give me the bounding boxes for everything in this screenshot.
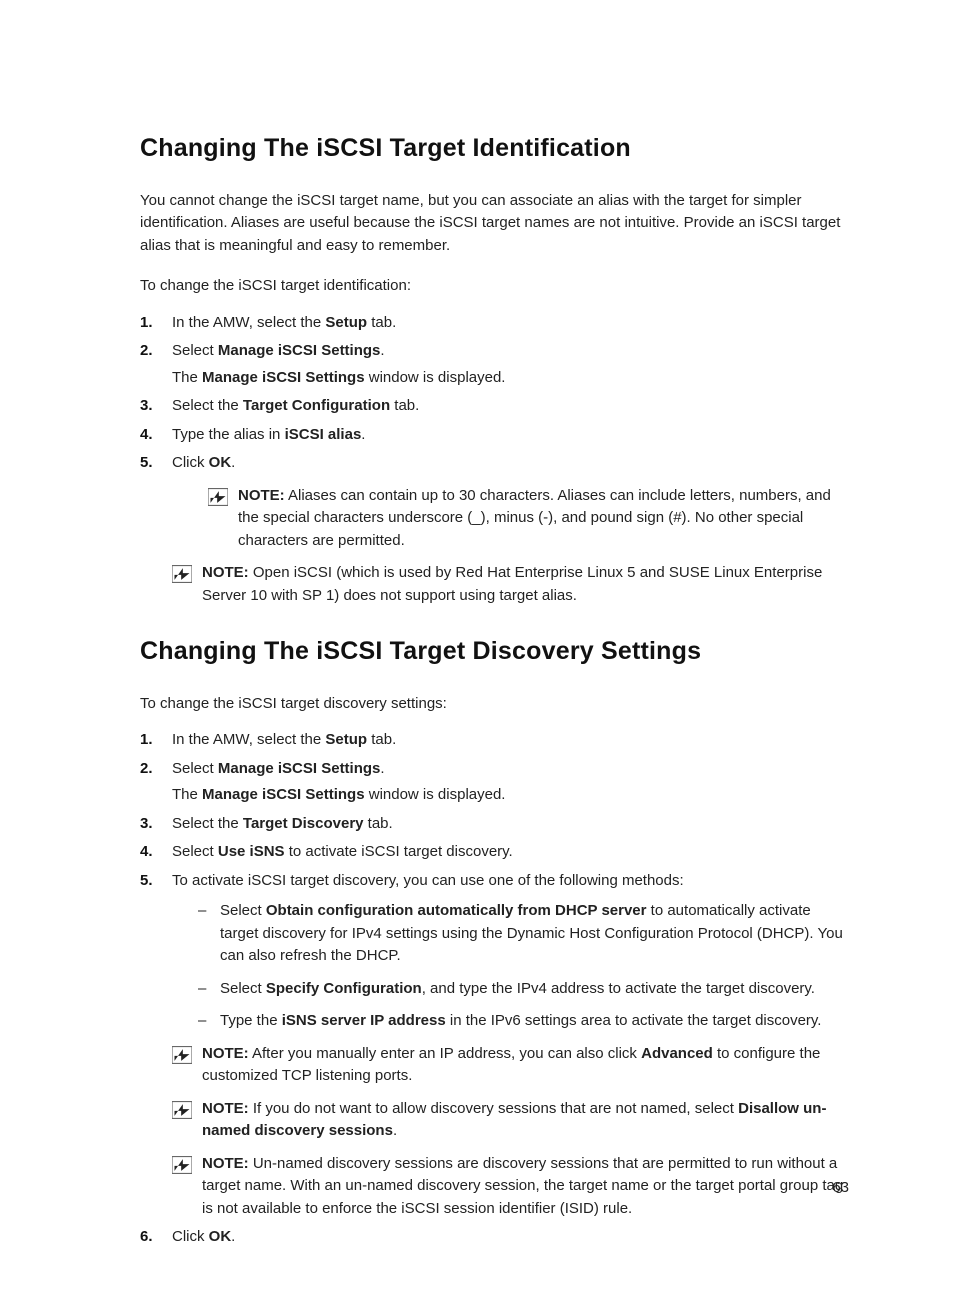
text-bold: Obtain configuration automatically from … [266,902,647,919]
note-block: NOTE: After you manually enter an IP add… [172,1043,849,1088]
text: The [172,786,202,803]
step-text: tab. [367,314,396,331]
step-text: tab. [367,731,396,748]
step-subtext: The Manage iSCSI Settings window is disp… [172,784,849,807]
section-heading: Changing The iSCSI Target Identification [140,130,849,168]
note-text: NOTE: Open iSCSI (which is used by Red H… [202,562,849,607]
note-icon [172,565,192,583]
step-bold: OK [209,1228,232,1245]
step-text: Select [172,342,218,359]
lead-paragraph: To change the iSCSI target identificatio… [140,275,849,298]
step-item: Click OK. NOTE: Aliases can contain up t… [170,452,849,607]
sub-list: Select Obtain configuration automaticall… [172,900,849,1033]
section-heading: Changing The iSCSI Target Discovery Sett… [140,633,849,671]
text-bold: Manage iSCSI Settings [202,786,365,803]
step-item: Type the alias in iSCSI alias. [170,424,849,447]
note-label: NOTE: [238,487,285,504]
text: The [172,369,202,386]
note-block: NOTE: Open iSCSI (which is used by Red H… [172,562,849,607]
text: . [393,1122,397,1139]
step-text: Select the [172,397,243,414]
step-text: to activate iSCSI target discovery. [285,843,513,860]
step-item: To activate iSCSI target discovery, you … [170,870,849,1221]
step-item: In the AMW, select the Setup tab. [170,312,849,335]
text: After you manually enter an IP address, … [249,1045,641,1062]
step-bold: Use iSNS [218,843,285,860]
text: Open iSCSI (which is used by Red Hat Ent… [202,564,822,604]
text: Select [220,902,266,919]
step-text: Select the [172,815,243,832]
text-bold: Advanced [641,1045,713,1062]
step-text: Select [172,760,218,777]
note-block: NOTE: If you do not want to allow discov… [172,1098,849,1143]
step-bold: Manage iSCSI Settings [218,342,381,359]
note-icon [172,1156,192,1174]
step-item: Select Use iSNS to activate iSCSI target… [170,841,849,864]
note-text: NOTE: Un-named discovery sessions are di… [202,1153,849,1221]
step-bold: Target Discovery [243,815,364,832]
note-label: NOTE: [202,1045,249,1062]
step-text: To activate iSCSI target discovery, you … [172,872,684,889]
sub-item: Select Obtain configuration automaticall… [212,900,849,968]
text: Un-named discovery sessions are discover… [202,1155,843,1217]
note-text: NOTE: Aliases can contain up to 30 chara… [238,485,849,553]
text: window is displayed. [365,369,506,386]
step-item: In the AMW, select the Setup tab. [170,729,849,752]
note-icon [172,1101,192,1119]
steps-list: In the AMW, select the Setup tab. Select… [140,312,849,608]
step-bold: Target Configuration [243,397,390,414]
text: Type the [220,1012,282,1029]
step-text: In the AMW, select the [172,314,325,331]
text: , and type the IPv4 address to activate … [422,980,815,997]
text-bold: Manage iSCSI Settings [202,369,365,386]
step-item: Select Manage iSCSI Settings. The Manage… [170,758,849,807]
note-label: NOTE: [202,1100,249,1117]
step-bold: Manage iSCSI Settings [218,760,381,777]
intro-paragraph: You cannot change the iSCSI target name,… [140,190,849,258]
step-text: Click [172,1228,209,1245]
step-text: Select [172,843,218,860]
text: window is displayed. [365,786,506,803]
text-bold: iSNS server IP address [282,1012,446,1029]
step-item: Select the Target Discovery tab. [170,813,849,836]
step-text: Type the alias in [172,426,285,443]
note-label: NOTE: [202,564,249,581]
step-bold: Setup [325,314,367,331]
document-page: Changing The iSCSI Target Identification… [0,0,954,1315]
note-icon [172,1046,192,1064]
note-block: NOTE: Aliases can contain up to 30 chara… [172,485,849,553]
lead-paragraph: To change the iSCSI target discovery set… [140,693,849,716]
step-item: Click OK. [170,1226,849,1249]
step-text: In the AMW, select the [172,731,325,748]
step-text: tab. [364,815,393,832]
step-bold: Setup [325,731,367,748]
sub-item: Select Specify Configuration, and type t… [212,978,849,1001]
note-text: NOTE: If you do not want to allow discov… [202,1098,849,1143]
text: Select [220,980,266,997]
steps-list: In the AMW, select the Setup tab. Select… [140,729,849,1249]
step-bold: OK [209,454,232,471]
step-subtext: The Manage iSCSI Settings window is disp… [172,367,849,390]
text: If you do not want to allow discovery se… [249,1100,738,1117]
note-text: NOTE: After you manually enter an IP add… [202,1043,849,1088]
page-number: 63 [832,1177,849,1200]
step-text: tab. [390,397,419,414]
text-bold: Specify Configuration [266,980,422,997]
text: in the IPv6 settings area to activate th… [446,1012,822,1029]
step-text: . [231,1228,235,1245]
step-text: . [380,342,384,359]
text: Aliases can contain up to 30 characters.… [238,487,831,549]
note-block: NOTE: Un-named discovery sessions are di… [172,1153,849,1221]
step-item: Select Manage iSCSI Settings. The Manage… [170,340,849,389]
step-text: Click [172,454,209,471]
sub-item: Type the iSNS server IP address in the I… [212,1010,849,1033]
step-bold: iSCSI alias [285,426,362,443]
step-text: . [380,760,384,777]
note-icon [208,488,228,506]
note-label: NOTE: [202,1155,249,1172]
step-text: . [231,454,235,471]
step-item: Select the Target Configuration tab. [170,395,849,418]
step-text: . [361,426,365,443]
